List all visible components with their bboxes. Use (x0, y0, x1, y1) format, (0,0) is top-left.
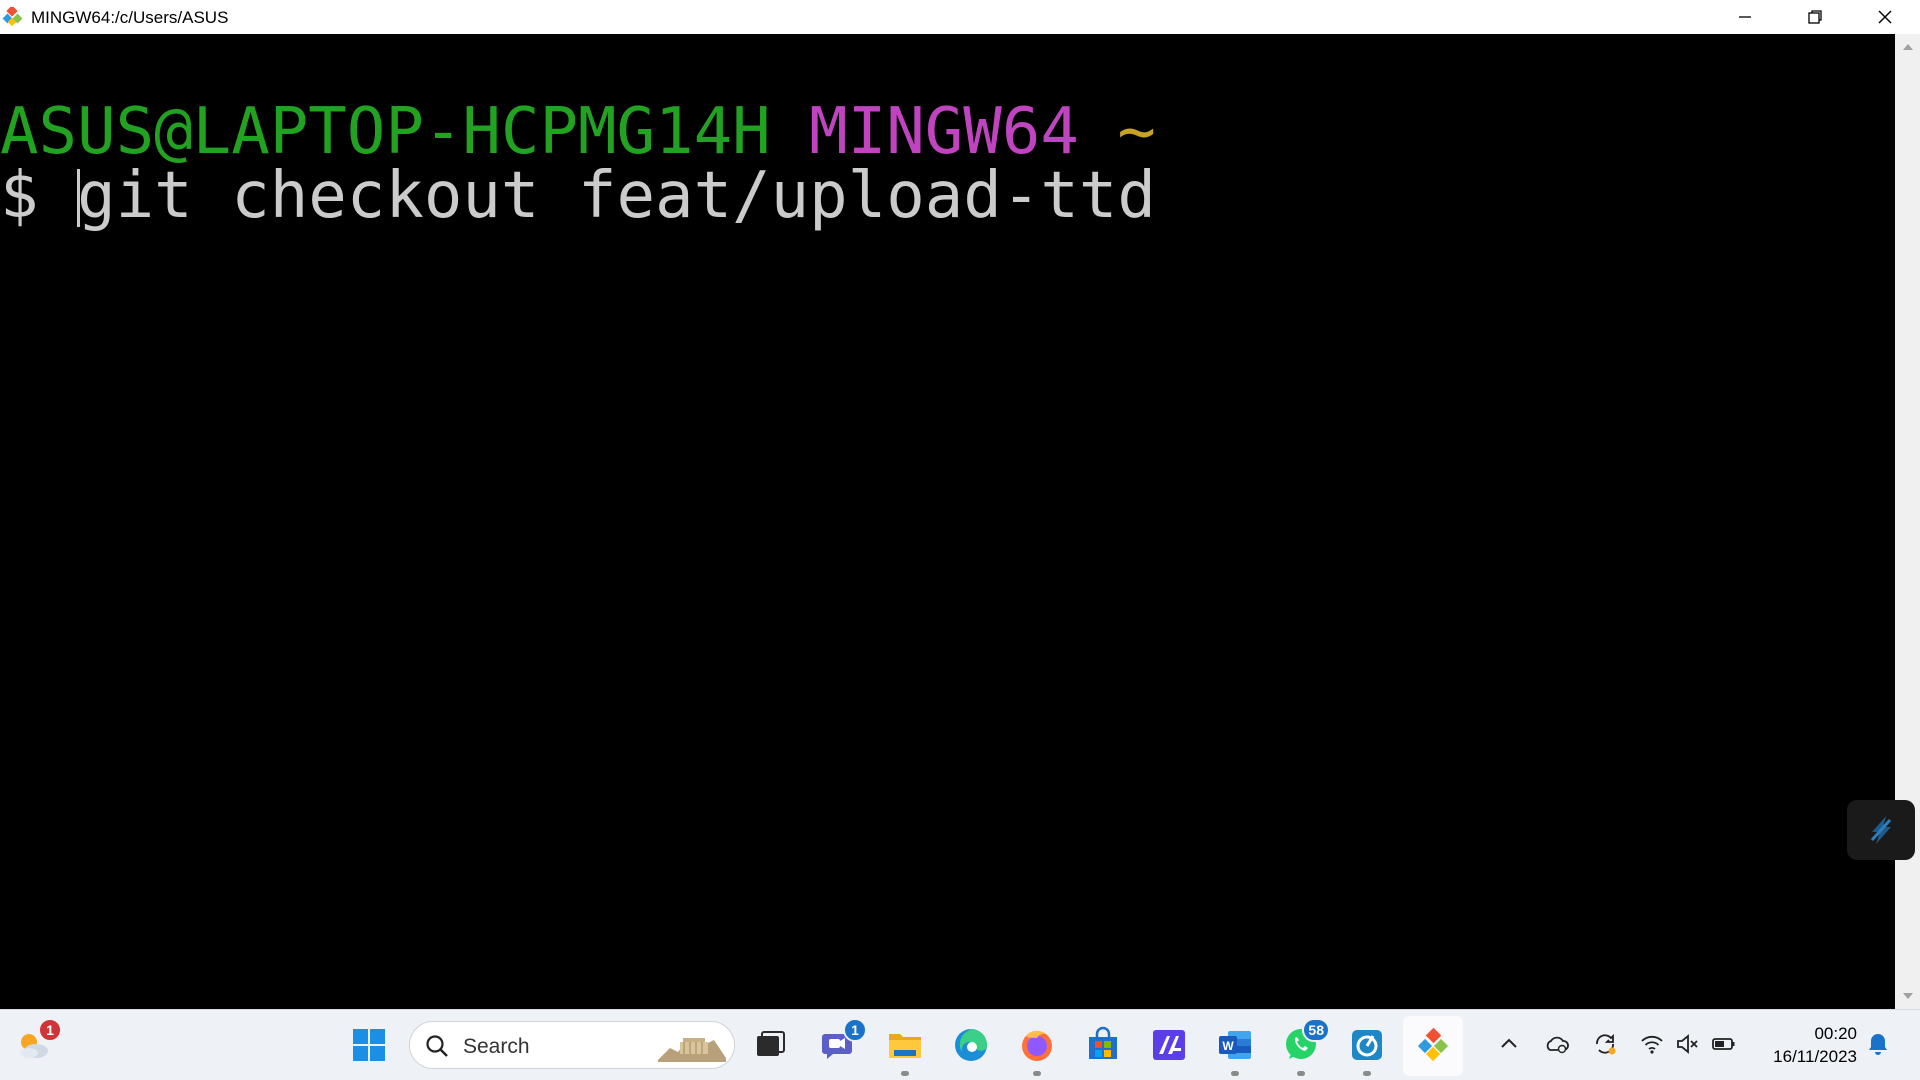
file-explorer-button[interactable] (882, 1022, 928, 1076)
firefox-button[interactable] (1014, 1022, 1060, 1076)
teams-badge: 1 (843, 1018, 867, 1042)
terminal-area[interactable]: ASUS@LAPTOP-HCPMG14H MINGW64 ~ $ git che… (0, 34, 1895, 1009)
title-bar: MINGW64:/c/Users/ASUS (0, 0, 1920, 34)
git-bash-button[interactable] (1403, 1016, 1463, 1076)
git-bash-icon (2, 7, 23, 27)
running-indicator (1297, 1071, 1305, 1076)
edge-button[interactable] (948, 1022, 994, 1068)
vertical-scrollbar[interactable] (1895, 34, 1920, 1009)
command-text[interactable]: git checkout feat/upload-ttd (77, 159, 1156, 233)
minimize-button[interactable] (1710, 0, 1780, 34)
close-icon (1878, 10, 1892, 24)
start-button[interactable] (346, 1022, 392, 1068)
show-hidden-icons-button[interactable] (1496, 1030, 1522, 1058)
firefox-icon (1022, 1030, 1052, 1061)
window-title: MINGW64:/c/Users/ASUS (31, 8, 229, 27)
widgets-button[interactable]: 1 (10, 1018, 62, 1068)
scroll-up-arrow-icon[interactable] (1903, 44, 1913, 50)
visual-studio-icon (1153, 1030, 1185, 1060)
edge-browser-icon (955, 1029, 987, 1061)
restore-icon (1808, 10, 1822, 24)
visual-studio-button[interactable] (1146, 1022, 1192, 1068)
git-bash-icon (1417, 1027, 1449, 1062)
search-highlight-icon (658, 1038, 726, 1062)
onedrive-button[interactable] (1544, 1030, 1570, 1058)
search-placeholder: Search (463, 1035, 530, 1058)
svg-text:W: W (1222, 1039, 1234, 1053)
clock-button[interactable]: 00:20 16/11/2023 (1755, 1022, 1857, 1068)
task-view-icon (757, 1031, 785, 1056)
notifications-button[interactable] (1865, 1030, 1891, 1058)
prompt-line: ASUS@LAPTOP-HCPMG14H MINGW64 ~ (0, 99, 1156, 165)
chevron-up-icon (1501, 1038, 1517, 1048)
minimize-icon (1739, 16, 1751, 18)
running-indicator (901, 1071, 909, 1076)
sync-button[interactable] (1592, 1030, 1618, 1058)
word-icon: W (1219, 1031, 1251, 1059)
lightning-icon (1870, 816, 1892, 844)
prompt-user-host: ASUS@LAPTOP-HCPMG14H (0, 95, 771, 169)
word-button[interactable]: W (1212, 1022, 1258, 1076)
teams-chat-button[interactable]: 1 (815, 1018, 867, 1068)
running-indicator (1231, 1071, 1239, 1076)
taskbar-search-box[interactable]: Search (409, 1021, 735, 1069)
command-line[interactable]: $ git checkout feat/upload-ttd (0, 163, 1156, 229)
wifi-icon (1641, 1035, 1663, 1054)
volume-muted-icon (1677, 1034, 1698, 1054)
wifi-button[interactable] (1639, 1030, 1665, 1058)
sync-icon (1596, 1033, 1616, 1055)
floating-assistant-button[interactable] (1847, 800, 1915, 860)
microsoft-store-button[interactable] (1080, 1022, 1126, 1068)
battery-icon (1712, 1038, 1735, 1050)
scroll-down-arrow-icon[interactable] (1903, 993, 1913, 999)
whatsapp-button[interactable]: 58 (1278, 1018, 1330, 1076)
clock-date: 16/11/2023 (1773, 1047, 1857, 1066)
close-button[interactable] (1850, 0, 1920, 34)
app-icon (1352, 1030, 1382, 1060)
widgets-badge: 1 (38, 1018, 62, 1042)
notification-bell-icon (1869, 1034, 1887, 1055)
store-icon (1089, 1026, 1117, 1059)
folder-icon (889, 1034, 921, 1058)
windows-start-icon (353, 1029, 385, 1061)
battery-button[interactable] (1711, 1030, 1737, 1058)
restore-button[interactable] (1780, 0, 1850, 34)
prompt-symbol: $ (0, 159, 39, 233)
volume-button[interactable] (1675, 1030, 1701, 1058)
clock-time: 00:20 (1814, 1024, 1857, 1043)
whatsapp-badge: 58 (1302, 1018, 1330, 1042)
running-indicator (1363, 1071, 1371, 1076)
app-button[interactable] (1344, 1022, 1390, 1076)
taskbar: 1 Search 1 W 58 00:20 16/11/2023 (0, 1009, 1920, 1080)
prompt-path: ~ (1117, 95, 1156, 169)
onedrive-icon (1546, 1036, 1569, 1054)
prompt-env: MINGW64 (809, 95, 1079, 169)
running-indicator (1033, 1071, 1041, 1076)
search-icon (426, 1035, 448, 1057)
task-view-button[interactable] (747, 1022, 793, 1068)
